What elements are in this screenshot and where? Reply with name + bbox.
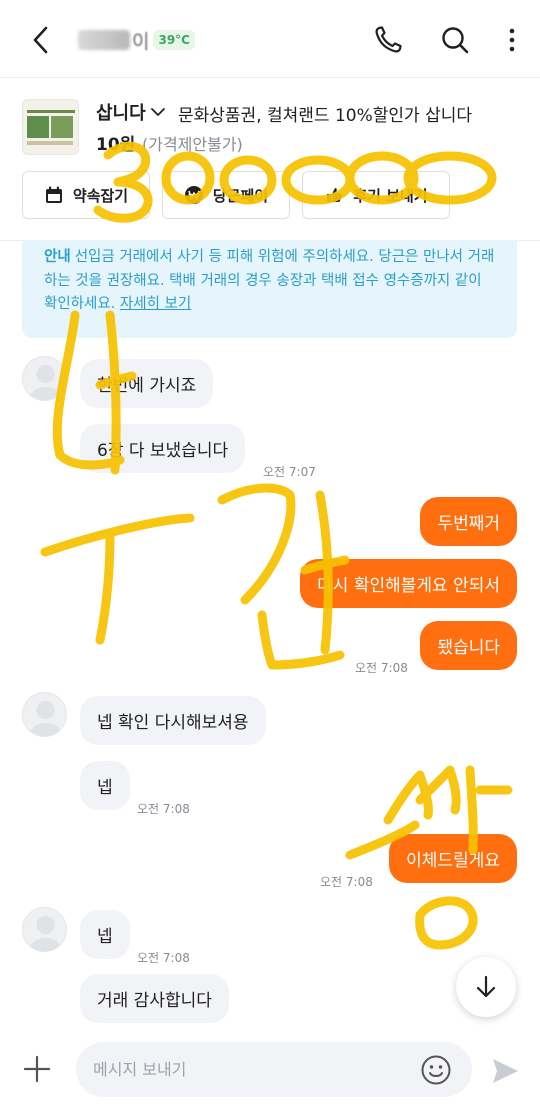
- emoji-icon: [421, 1055, 451, 1085]
- trade-status-label: 삽니다: [96, 103, 146, 124]
- message-bubble-outgoing[interactable]: 다시 확인해볼게요 안되서: [300, 559, 517, 608]
- arrow-down-icon: [476, 975, 496, 998]
- chat-partner-name[interactable]: 이 39°C: [78, 28, 195, 53]
- message-timestamp: 오전 7:08: [137, 951, 190, 965]
- daangn-pay-label: 당근페이: [212, 186, 269, 205]
- notice-tag: 안내: [44, 249, 71, 265]
- product-title[interactable]: 문화상품권, 컬쳐랜드 10%할인가 삽니다: [178, 101, 472, 126]
- message-timestamp: 오전 7:08: [137, 802, 190, 816]
- product-price: 10원: [96, 135, 136, 155]
- back-arrow-icon: [33, 26, 48, 54]
- message-bubble-outgoing[interactable]: 이체드릴게요: [389, 834, 517, 883]
- message-timestamp: 오전 7:08: [320, 875, 373, 889]
- product-thumbnail[interactable]: [22, 99, 79, 155]
- plus-icon: [23, 1055, 51, 1083]
- phone-icon: [375, 26, 402, 53]
- price-negotiation-note: (가격제안불가): [142, 135, 243, 154]
- make-appointment-button[interactable]: 약속잡기: [22, 171, 150, 219]
- message-timestamp: 오전 7:07: [263, 465, 316, 479]
- review-icon: [324, 185, 344, 205]
- attach-button[interactable]: [22, 1054, 52, 1084]
- message-bubble-incoming[interactable]: 넵 확인 다시해보셔용: [80, 696, 266, 745]
- send-review-button[interactable]: 후기 보내기: [302, 171, 450, 219]
- message-timestamp: 오전 7:08: [355, 661, 408, 675]
- message-input[interactable]: [76, 1042, 472, 1097]
- partner-avatar[interactable]: [22, 356, 67, 401]
- search-icon: [442, 27, 469, 54]
- more-vertical-icon: [509, 28, 515, 52]
- manner-temperature-badge: 39°C: [153, 30, 195, 50]
- partner-avatar[interactable]: [22, 907, 67, 952]
- send-button[interactable]: [490, 1056, 520, 1086]
- search-button[interactable]: [435, 20, 475, 60]
- message-bubble-outgoing[interactable]: 됐습니다: [420, 621, 517, 670]
- user-name-suffix: 이: [132, 30, 150, 53]
- message-bubble-incoming[interactable]: 6장 다 보냈습니다: [80, 424, 246, 473]
- calendar-icon: [44, 185, 64, 205]
- trade-status-dropdown[interactable]: 삽니다: [96, 99, 166, 125]
- safety-notice: 안내 선입금 거래에서 사기 등 피해 위험에 주의하세요. 당근은 만나서 거래…: [22, 240, 517, 338]
- message-bubble-incoming[interactable]: 넵: [80, 761, 130, 810]
- chevron-down-icon: [150, 108, 165, 116]
- message-bubble-incoming[interactable]: 거래 감사합니다: [80, 974, 229, 1023]
- make-appointment-label: 약속잡기: [72, 186, 129, 205]
- notice-more-link[interactable]: 자세히 보기: [120, 296, 191, 312]
- message-bubble-incoming[interactable]: 한번에 가시죠: [80, 359, 214, 408]
- partner-avatar[interactable]: [22, 692, 67, 737]
- back-button[interactable]: [26, 22, 56, 58]
- message-bubble-incoming[interactable]: 넵: [80, 910, 130, 959]
- notice-text: 선입금 거래에서 사기 등 피해 위험에 주의하세요. 당근은 만나서 거래하는…: [44, 249, 495, 312]
- emoji-button[interactable]: [420, 1054, 452, 1086]
- send-icon: [493, 1059, 518, 1083]
- chat-header: 이 39°C: [0, 0, 540, 78]
- product-summary: 삽니다 문화상품권, 컬쳐랜드 10%할인가 삽니다 10원 (가격제안불가) …: [0, 79, 540, 241]
- daangn-pay-button[interactable]: 당근페이: [162, 171, 290, 219]
- send-review-label: 후기 보내기: [353, 186, 428, 205]
- won-coin-icon: [184, 185, 204, 205]
- message-bubble-outgoing[interactable]: 두번째거: [420, 497, 517, 546]
- scroll-to-bottom-button[interactable]: [456, 957, 516, 1017]
- message-composer: [0, 1030, 540, 1105]
- redacted-name: [78, 30, 130, 50]
- more-menu-button[interactable]: [492, 20, 532, 60]
- phone-button[interactable]: [368, 20, 408, 60]
